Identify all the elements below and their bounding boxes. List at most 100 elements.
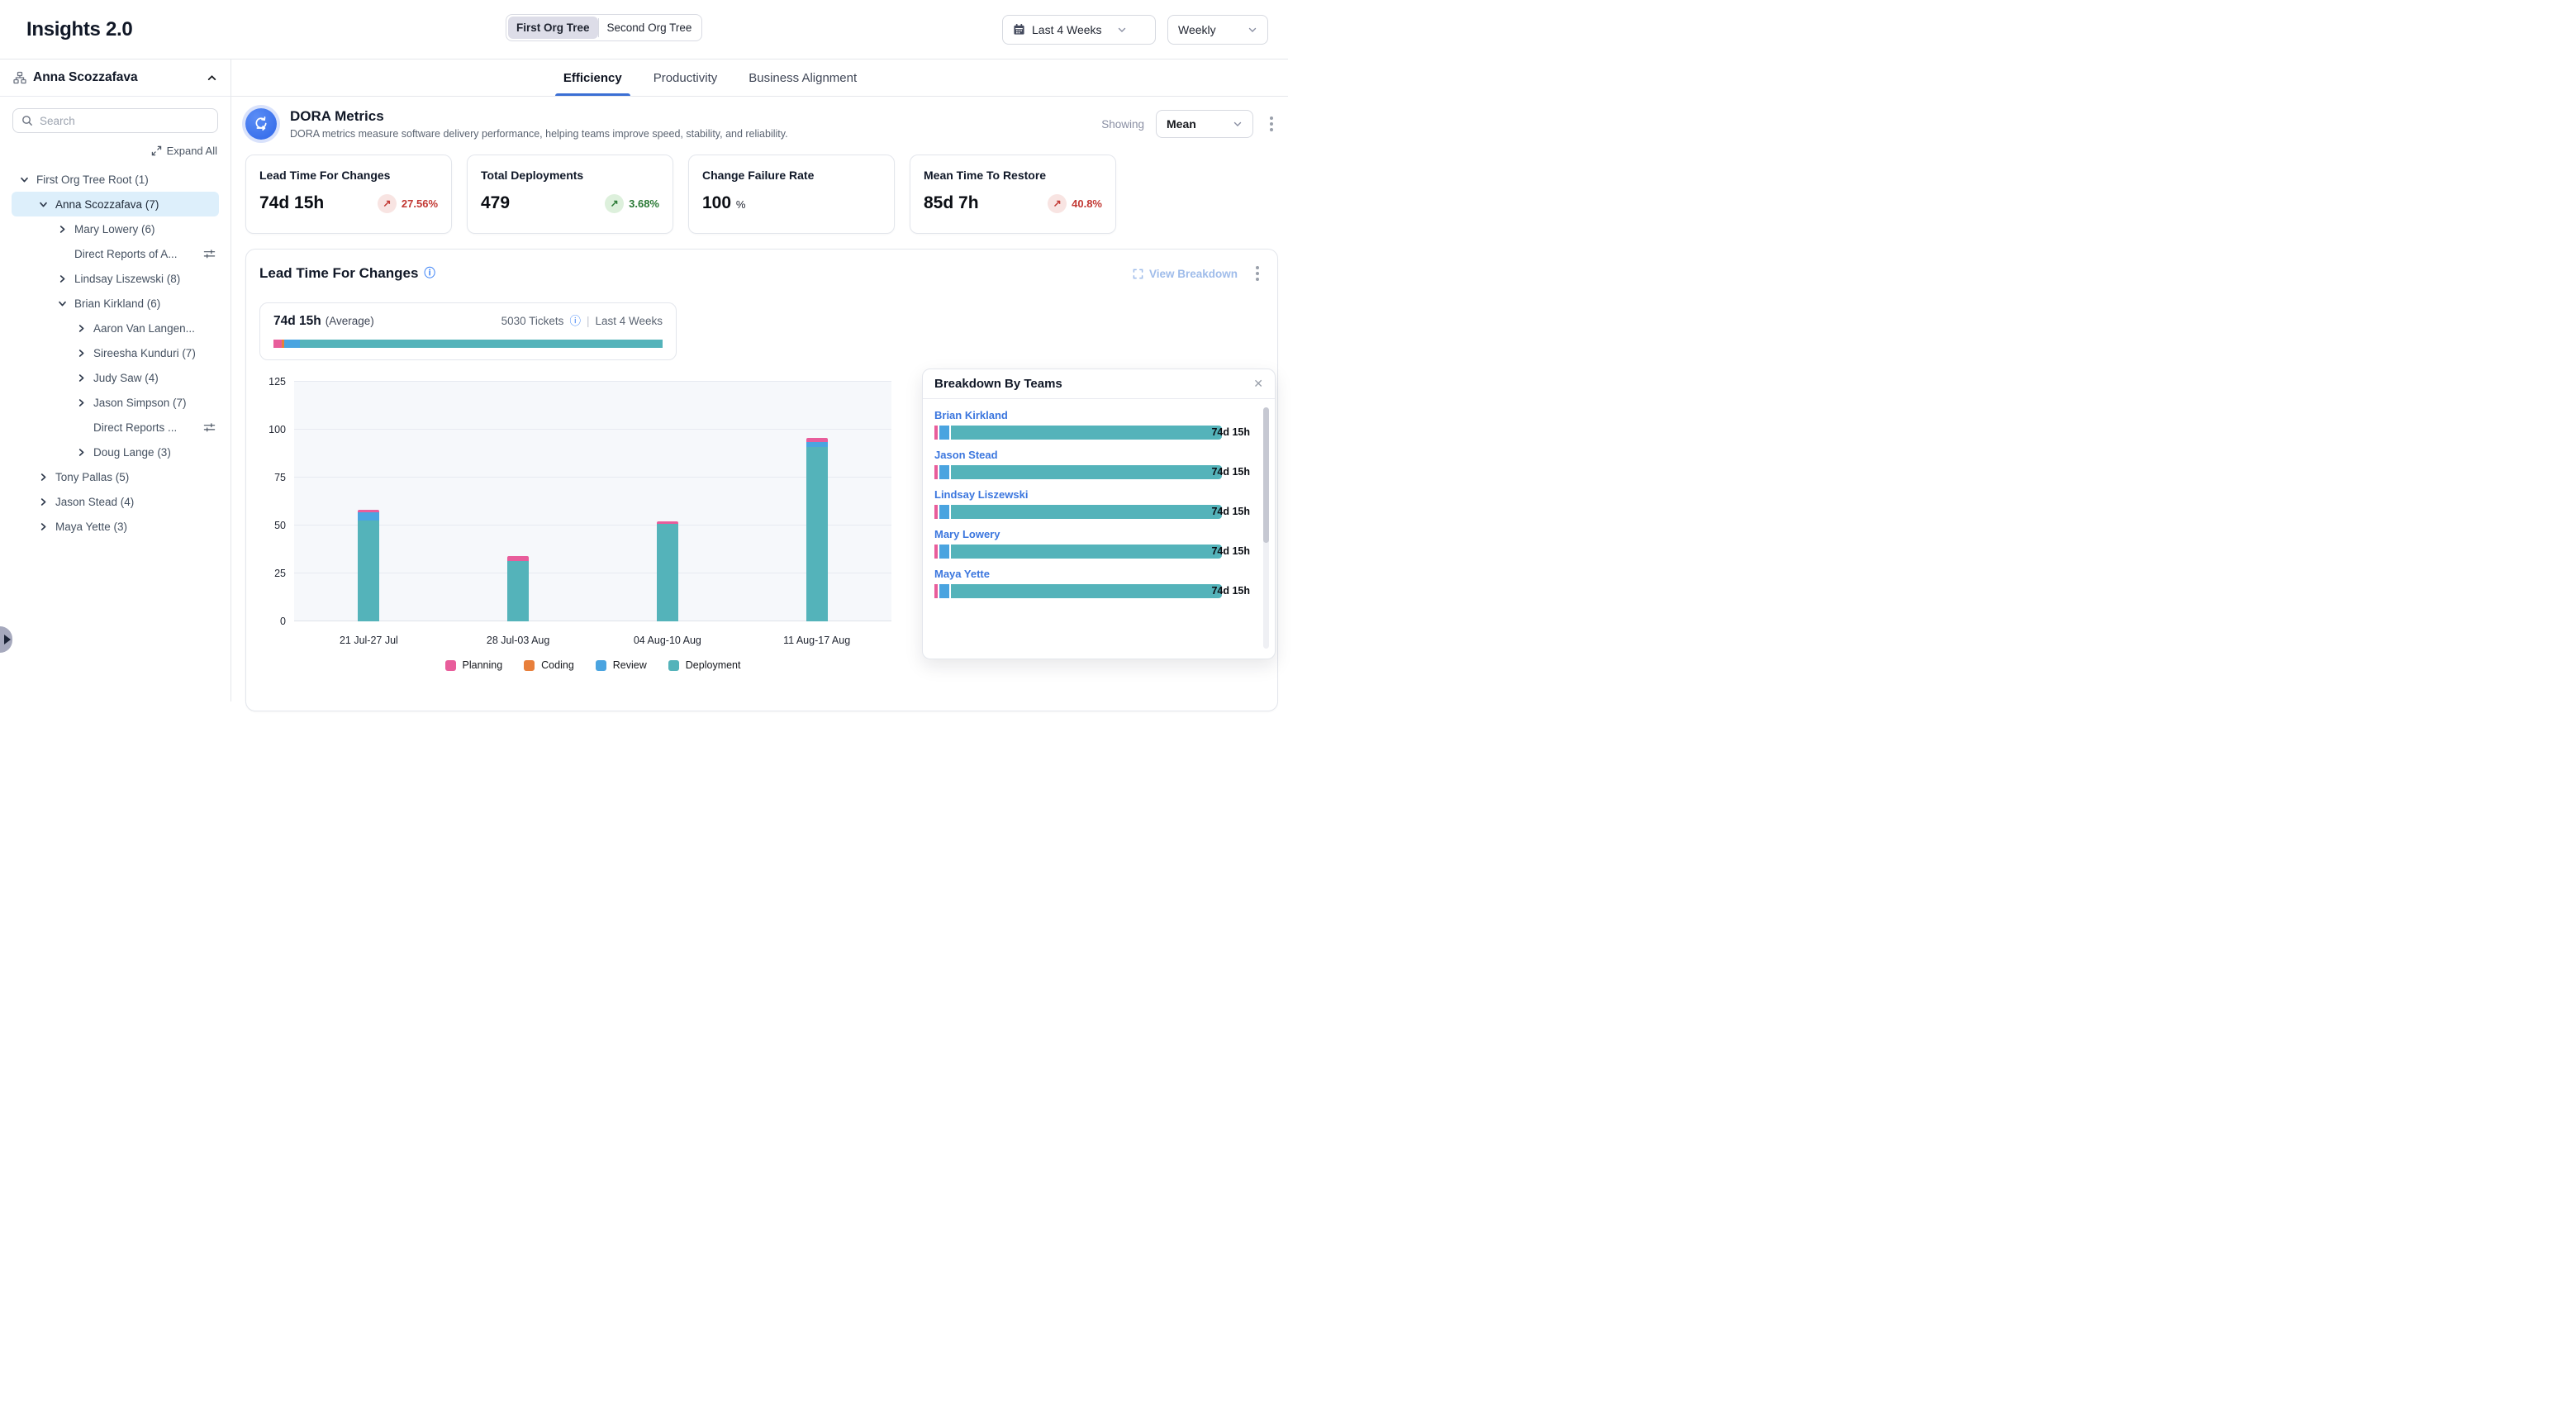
- tree-item-direct-reports[interactable]: Direct Reports ...: [12, 415, 219, 440]
- breakdown-scrollbar-thumb[interactable]: [1263, 407, 1269, 543]
- stacked-bar: [806, 438, 828, 621]
- tree-item-label: Tony Pallas (5): [55, 471, 129, 483]
- team-name-link[interactable]: Maya Yette: [934, 568, 1250, 580]
- team-name-link[interactable]: Brian Kirkland: [934, 409, 1250, 421]
- tree-item-maya-yette[interactable]: Maya Yette (3): [12, 514, 219, 539]
- lead-time-chart: 0255075100125 21 Jul-27 Jul28 Jul-03 Aug…: [294, 382, 891, 671]
- view-breakdown-button[interactable]: View Breakdown: [1133, 268, 1238, 280]
- breakdown-row-jason-stead: Jason Stead74d 15h: [934, 449, 1250, 479]
- team-name-link[interactable]: Lindsay Liszewski: [934, 488, 1250, 501]
- team-bar: 74d 15h: [934, 545, 1250, 559]
- showing-label: Showing: [1101, 118, 1144, 131]
- trend-up-arrow-icon: ↗: [605, 194, 624, 213]
- chevron-right-icon[interactable]: [75, 397, 87, 408]
- chevron-right-icon[interactable]: [56, 273, 68, 284]
- team-value: 74d 15h: [1211, 426, 1250, 440]
- tree-item-mary-lowery[interactable]: Mary Lowery (6): [12, 216, 219, 241]
- chevron-right-icon[interactable]: [37, 521, 49, 532]
- tree-item-first-org-tree-root[interactable]: First Org Tree Root (1): [12, 167, 219, 192]
- filter-sliders-icon[interactable]: [203, 248, 216, 260]
- tab-productivity[interactable]: Productivity: [652, 59, 720, 96]
- org-tree-sidebar: Anna Scozzafava Expand All First Org Tre…: [0, 59, 231, 702]
- tree-item-tony-pallas[interactable]: Tony Pallas (5): [12, 464, 219, 489]
- dora-title: DORA Metrics: [290, 108, 788, 125]
- team-name-link[interactable]: Mary Lowery: [934, 528, 1250, 540]
- granularity-select[interactable]: Weekly: [1167, 15, 1268, 45]
- team-name-link[interactable]: Jason Stead: [934, 449, 1250, 461]
- bar-segment-review: [939, 505, 949, 519]
- tree-item-aaron-van-langen[interactable]: Aaron Van Langen...: [12, 316, 219, 340]
- chevron-right-icon[interactable]: [75, 322, 87, 334]
- stacked-bar: [358, 510, 379, 621]
- trend-up-arrow-icon: ↗: [378, 194, 397, 213]
- tree-item-judy-saw[interactable]: Judy Saw (4): [12, 365, 219, 390]
- chevron-down-icon: [1248, 25, 1257, 35]
- legend-item-coding: Coding: [524, 659, 574, 671]
- legend-swatch: [668, 660, 679, 671]
- filter-sliders-icon[interactable]: [203, 421, 216, 434]
- chevron-down-icon[interactable]: [18, 174, 30, 185]
- chevron-up-icon[interactable]: [207, 73, 217, 83]
- chevron-right-icon[interactable]: [75, 372, 87, 383]
- info-icon[interactable]: ⓘ: [424, 268, 435, 279]
- app-header: Insights 2.0 First Org TreeSecond Org Tr…: [0, 0, 1288, 59]
- chevron-right-icon[interactable]: [37, 471, 49, 483]
- chevron-right-icon[interactable]: [75, 446, 87, 458]
- breakdown-row-maya-yette: Maya Yette 74d 15h: [934, 568, 1250, 598]
- tab-efficiency[interactable]: Efficiency: [562, 59, 624, 96]
- tree-item-direct-reports-of-a[interactable]: Direct Reports of A...: [12, 241, 219, 266]
- chevron-down-icon[interactable]: [56, 297, 68, 309]
- info-icon[interactable]: ⓘ: [569, 316, 581, 327]
- metric-title: Mean Time To Restore: [924, 169, 1102, 182]
- tree-item-label: Sireesha Kunduri (7): [93, 347, 196, 359]
- legend-item-planning: Planning: [445, 659, 503, 671]
- team-value: 74d 15h: [1211, 584, 1250, 598]
- search-input[interactable]: [40, 115, 209, 127]
- tree-item-label: Anna Scozzafava (7): [55, 198, 159, 211]
- tab-business-alignment[interactable]: Business Alignment: [747, 59, 858, 96]
- chevron-right-icon[interactable]: [37, 496, 49, 507]
- tree-item-label: Mary Lowery (6): [74, 223, 155, 235]
- expand-all-label: Expand All: [167, 145, 217, 157]
- metric-title: Lead Time For Changes: [259, 169, 438, 182]
- org-toggle-option-first-org-tree[interactable]: First Org Tree: [508, 17, 598, 39]
- granularity-value: Weekly: [1178, 23, 1216, 36]
- tree-item-jason-stead[interactable]: Jason Stead (4): [12, 489, 219, 514]
- org-toggle-option-second-org-tree[interactable]: Second Org Tree: [599, 17, 701, 39]
- breakdown-title: Breakdown By Teams: [934, 377, 1062, 391]
- legend-label: Review: [613, 659, 647, 671]
- tree-item-doug-lange[interactable]: Doug Lange (3): [12, 440, 219, 464]
- tree-item-label: Lindsay Liszewski (8): [74, 273, 180, 285]
- section-kebab-menu[interactable]: [1251, 263, 1264, 284]
- metric-title: Total Deployments: [481, 169, 659, 182]
- team-bar: 74d 15h: [934, 584, 1250, 598]
- search-icon: [21, 115, 33, 126]
- legend-item-review: Review: [596, 659, 647, 671]
- aggregation-value: Mean: [1167, 117, 1196, 131]
- date-range-select[interactable]: Last 4 Weeks: [1002, 15, 1156, 45]
- breakdown-by-teams-panel: Breakdown By Teams ✕ Brian Kirkland 74d 1…: [922, 369, 1276, 659]
- tree-item-jason-simpson[interactable]: Jason Simpson (7): [12, 390, 219, 415]
- dora-kebab-menu[interactable]: [1265, 113, 1278, 135]
- chevron-right-icon[interactable]: [56, 223, 68, 235]
- tree-item-label: Jason Stead (4): [55, 496, 134, 508]
- bar-column-11-aug-17-aug: [742, 382, 891, 621]
- breakdown-row-brian-kirkland: Brian Kirkland 74d 15h: [934, 409, 1250, 440]
- close-icon[interactable]: ✕: [1253, 377, 1263, 391]
- tree-item-sireesha-kunduri[interactable]: Sireesha Kunduri (7): [12, 340, 219, 365]
- x-axis-label: 11 Aug-17 Aug: [742, 635, 891, 646]
- bar-segment-deployment: [507, 561, 529, 621]
- chevron-down-icon[interactable]: [37, 198, 49, 210]
- org-tree: First Org Tree Root (1) Anna Scozzafava (…: [0, 164, 231, 539]
- metric-delta-badge: ↗3.68%: [605, 194, 659, 213]
- summary-stacked-bar: [273, 340, 663, 348]
- chart-plot-area: 0255075100125: [294, 382, 891, 621]
- chevron-right-icon[interactable]: [75, 347, 87, 359]
- expand-all-button[interactable]: Expand All: [0, 145, 217, 157]
- aggregation-select[interactable]: Mean: [1156, 110, 1253, 138]
- tree-item-brian-kirkland[interactable]: Brian Kirkland (6): [12, 291, 219, 316]
- metric-value: 100 %: [702, 193, 745, 213]
- tree-item-lindsay-liszewski[interactable]: Lindsay Liszewski (8): [12, 266, 219, 291]
- tree-item-label: Maya Yette (3): [55, 521, 127, 533]
- tree-item-anna-scozzafava[interactable]: Anna Scozzafava (7): [12, 192, 219, 216]
